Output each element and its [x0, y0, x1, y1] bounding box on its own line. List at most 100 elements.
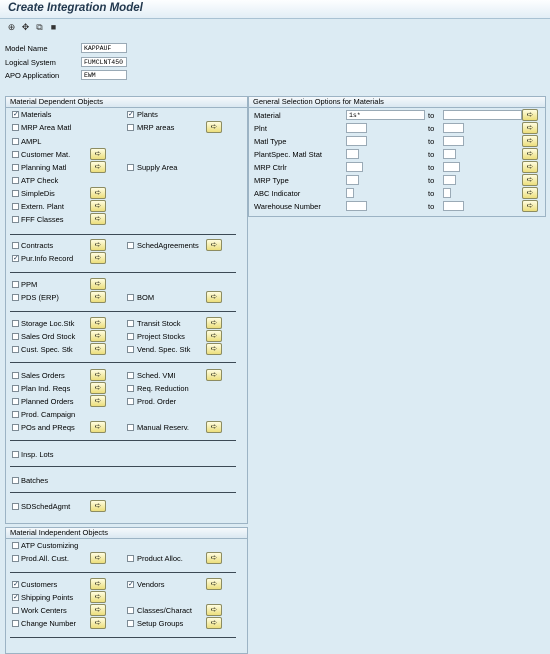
prod-campaign-checkbox[interactable] — [12, 411, 19, 418]
mrp-areas-selection-button[interactable]: ➪ — [206, 121, 222, 133]
cust-spec-stk-selection-button[interactable]: ➪ — [90, 343, 106, 355]
pur-info-record-selection-button[interactable]: ➪ — [90, 252, 106, 264]
schedagreements-checkbox[interactable] — [127, 242, 134, 249]
simpledis-checkbox[interactable] — [12, 190, 19, 197]
bom-checkbox[interactable] — [127, 294, 134, 301]
transit-stock-selection-button[interactable]: ➪ — [206, 317, 222, 329]
sales-ord-stock-selection-button[interactable]: ➪ — [90, 330, 106, 342]
supply-area-checkbox[interactable] — [127, 164, 134, 171]
setup-groups-checkbox[interactable] — [127, 620, 134, 627]
ampl-checkbox[interactable] — [12, 138, 19, 145]
pos-and-preqs-checkbox[interactable] — [12, 424, 19, 431]
fff-classes-checkbox[interactable] — [12, 216, 19, 223]
mrp-type-multiple-selection-button[interactable]: ➪ — [522, 174, 538, 186]
mrp-areas-checkbox[interactable] — [127, 124, 134, 131]
plnt-multiple-selection-button[interactable]: ➪ — [522, 122, 538, 134]
transit-stock-checkbox[interactable] — [127, 320, 134, 327]
schedagreements-selection-button[interactable]: ➪ — [206, 239, 222, 251]
prod-all-cust-checkbox[interactable] — [12, 555, 19, 562]
cust-spec-stk-checkbox[interactable] — [12, 346, 19, 353]
storage-loc-stk-checkbox[interactable] — [12, 320, 19, 327]
product-alloc-checkbox[interactable] — [127, 555, 134, 562]
plan-ind-reqs-selection-button[interactable]: ➪ — [90, 382, 106, 394]
warehouse-number-to-field[interactable] — [443, 201, 464, 211]
material-multiple-selection-button[interactable]: ➪ — [522, 109, 538, 121]
sdschedagmt-checkbox[interactable] — [12, 503, 19, 510]
batches-checkbox[interactable] — [12, 477, 19, 484]
contracts-selection-button[interactable]: ➪ — [90, 239, 106, 251]
vend-spec-stk-selection-button[interactable]: ➪ — [206, 343, 222, 355]
mrp-type-from-field[interactable] — [346, 175, 359, 185]
customers-selection-button[interactable]: ➪ — [90, 578, 106, 590]
classes-charact-selection-button[interactable]: ➪ — [206, 604, 222, 616]
product-alloc-selection-button[interactable]: ➪ — [206, 552, 222, 564]
warehouse-number-multiple-selection-button[interactable]: ➪ — [522, 200, 538, 212]
plantspec-matl-stat-from-field[interactable] — [346, 149, 359, 159]
insp-lots-checkbox[interactable] — [12, 451, 19, 458]
sales-orders-checkbox[interactable] — [12, 372, 19, 379]
execute-icon[interactable]: ⊕ — [6, 22, 17, 33]
material-from-field[interactable]: 1s* — [346, 110, 425, 120]
planning-matl-selection-button[interactable]: ➪ — [90, 161, 106, 173]
extern-plant-selection-button[interactable]: ➪ — [90, 200, 106, 212]
plants-checkbox[interactable]: ✓ — [127, 111, 134, 118]
fff-classes-selection-button[interactable]: ➪ — [90, 213, 106, 225]
plan-ind-reqs-checkbox[interactable] — [12, 385, 19, 392]
contracts-checkbox[interactable] — [12, 242, 19, 249]
pds-erp-checkbox[interactable] — [12, 294, 19, 301]
manual-reserv-selection-button[interactable]: ➪ — [206, 421, 222, 433]
manual-reserv-checkbox[interactable] — [127, 424, 134, 431]
hierarchy-icon[interactable]: ✥ — [20, 22, 31, 33]
matl-type-from-field[interactable] — [346, 136, 367, 146]
abc-indicator-to-field[interactable] — [443, 188, 451, 198]
mrp-ctrlr-from-field[interactable] — [346, 162, 363, 172]
prod-all-cust-selection-button[interactable]: ➪ — [90, 552, 106, 564]
sched-vmi-checkbox[interactable] — [127, 372, 134, 379]
vend-spec-stk-checkbox[interactable] — [127, 346, 134, 353]
save-icon[interactable]: ■ — [48, 22, 59, 33]
logical-system-field[interactable]: FUMCLNT450 — [81, 57, 127, 67]
project-stocks-checkbox[interactable] — [127, 333, 134, 340]
planning-matl-checkbox[interactable] — [12, 164, 19, 171]
change-number-checkbox[interactable] — [12, 620, 19, 627]
customers-checkbox[interactable]: ✓ — [12, 581, 19, 588]
atp-customizing-checkbox[interactable] — [12, 542, 19, 549]
plnt-to-field[interactable] — [443, 123, 464, 133]
customer-mat-selection-button[interactable]: ➪ — [90, 148, 106, 160]
mrp-type-to-field[interactable] — [443, 175, 456, 185]
sched-vmi-selection-button[interactable]: ➪ — [206, 369, 222, 381]
planned-orders-checkbox[interactable] — [12, 398, 19, 405]
sales-orders-selection-button[interactable]: ➪ — [90, 369, 106, 381]
material-to-field[interactable] — [443, 110, 522, 120]
shipping-points-selection-button[interactable]: ➪ — [90, 591, 106, 603]
plantspec-matl-stat-to-field[interactable] — [443, 149, 456, 159]
sales-ord-stock-checkbox[interactable] — [12, 333, 19, 340]
ppm-checkbox[interactable] — [12, 281, 19, 288]
materials-checkbox[interactable]: ✓ — [12, 111, 19, 118]
warehouse-number-from-field[interactable] — [346, 201, 367, 211]
change-number-selection-button[interactable]: ➪ — [90, 617, 106, 629]
pds-erp-selection-button[interactable]: ➪ — [90, 291, 106, 303]
apo-application-field[interactable]: EWM — [81, 70, 127, 80]
plnt-from-field[interactable] — [346, 123, 367, 133]
project-stocks-selection-button[interactable]: ➪ — [206, 330, 222, 342]
mrp-ctrlr-to-field[interactable] — [443, 162, 460, 172]
vendors-checkbox[interactable]: ✓ — [127, 581, 134, 588]
vendors-selection-button[interactable]: ➪ — [206, 578, 222, 590]
work-centers-selection-button[interactable]: ➪ — [90, 604, 106, 616]
planned-orders-selection-button[interactable]: ➪ — [90, 395, 106, 407]
prod-order-checkbox[interactable] — [127, 398, 134, 405]
plantspec-matl-stat-multiple-selection-button[interactable]: ➪ — [522, 148, 538, 160]
shipping-points-checkbox[interactable]: ✓ — [12, 594, 19, 601]
req-reduction-checkbox[interactable] — [127, 385, 134, 392]
simpledis-selection-button[interactable]: ➪ — [90, 187, 106, 199]
storage-loc-stk-selection-button[interactable]: ➪ — [90, 317, 106, 329]
pur-info-record-checkbox[interactable]: ✓ — [12, 255, 19, 262]
pos-and-preqs-selection-button[interactable]: ➪ — [90, 421, 106, 433]
abc-indicator-multiple-selection-button[interactable]: ➪ — [522, 187, 538, 199]
classes-charact-checkbox[interactable] — [127, 607, 134, 614]
bom-selection-button[interactable]: ➪ — [206, 291, 222, 303]
ppm-selection-button[interactable]: ➪ — [90, 278, 106, 290]
work-centers-checkbox[interactable] — [12, 607, 19, 614]
abc-indicator-from-field[interactable] — [346, 188, 354, 198]
